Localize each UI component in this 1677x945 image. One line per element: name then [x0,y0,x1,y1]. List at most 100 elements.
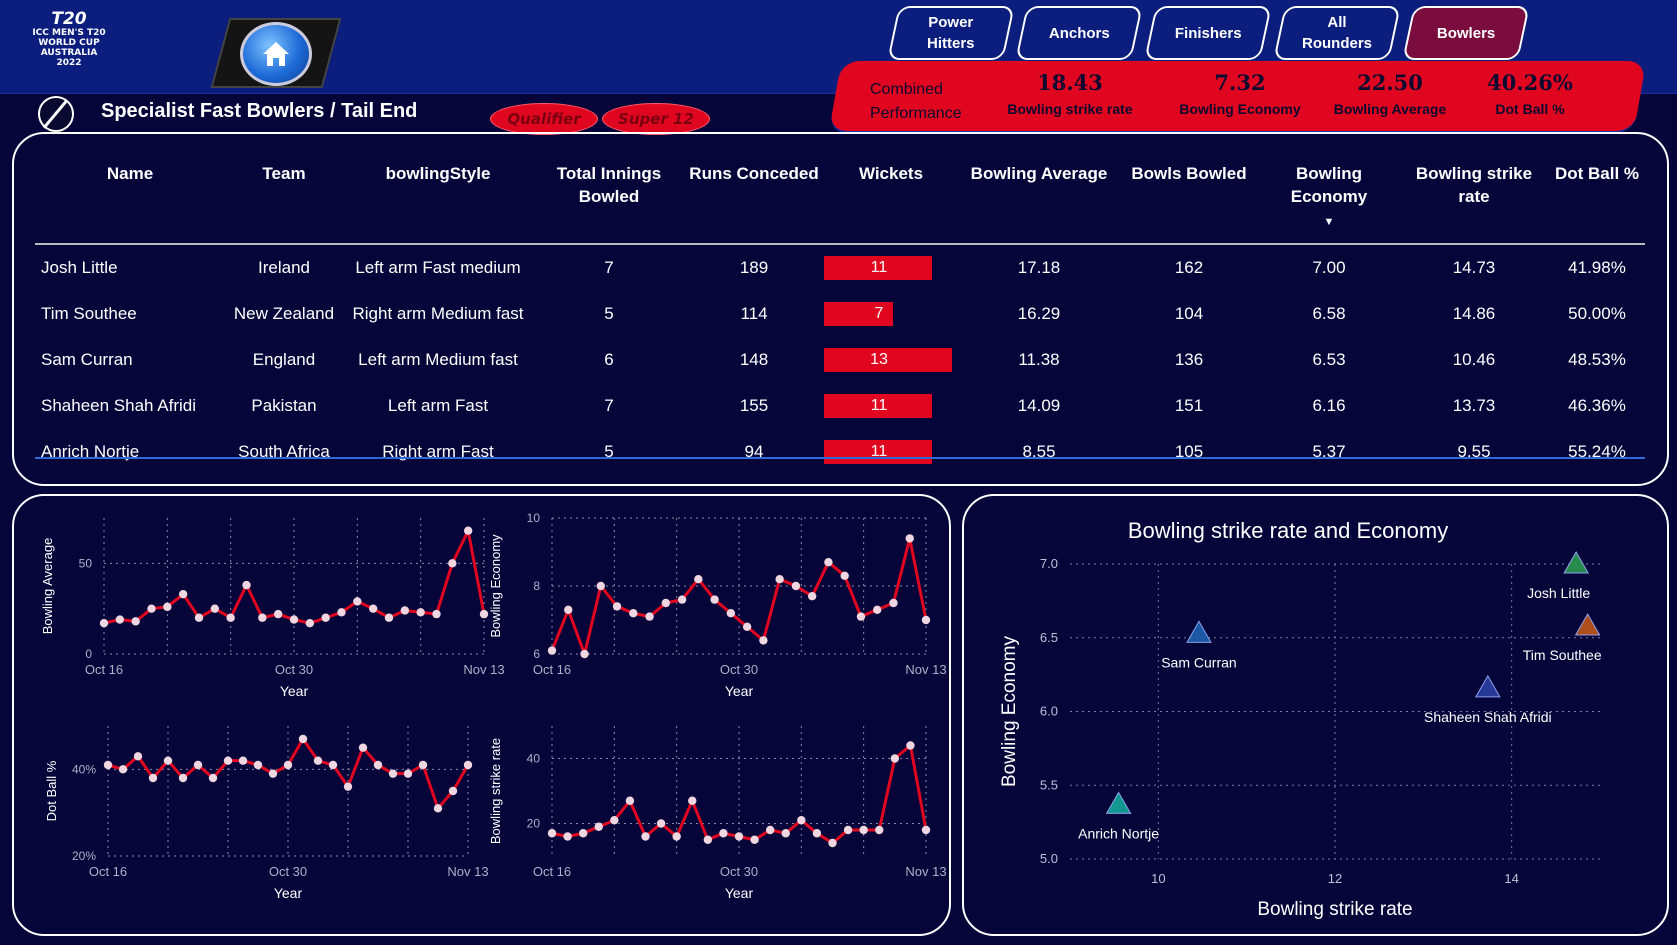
cell-name: Tim Southee [41,304,137,323]
data-point [178,589,188,599]
table-cell: 8.55 [1022,442,1056,461]
data-point [253,760,263,770]
column-header[interactable]: Total Innings Bowled [533,150,685,245]
table-cell: 162 [1174,258,1204,277]
x-axis-label: Year [280,683,309,699]
data-point [661,598,671,608]
x-axis-label: Year [725,683,754,699]
data-point [298,734,308,744]
column-header[interactable]: bowlingStyle [343,150,533,245]
kpi-value: 7.32 [1214,70,1266,95]
table-row[interactable]: Tim Southee New Zealand Right arm Medium f… [35,291,1645,337]
y-tick-label: 8 [533,579,540,593]
cell-name: Anrich Nortje [41,442,140,461]
data-point [226,613,235,622]
data-point [223,756,233,765]
logo-text: ICC MEN'S T20 [32,28,106,38]
data-point [289,615,299,624]
data-point [194,613,204,622]
data-point [563,832,572,841]
table-cell: 94 [744,442,764,461]
data-point [208,773,218,783]
filter-qualifier-button[interactable]: Qualifier [490,103,598,135]
table-cell: 11.38 [1018,350,1060,369]
kpi-dot-ball: 40.26% Dot Ball % [1470,70,1590,117]
wickets-value: 13 [870,351,888,368]
cell-name: Josh Little [41,258,118,277]
data-point [641,832,650,841]
column-header[interactable]: Name [35,150,225,245]
data-point [873,605,882,614]
table-cell: 6.16 [1312,396,1346,415]
nav-all-rounders-button[interactable]: All Rounders [1273,6,1401,60]
y-axis-label: Bowling strike rate [488,738,503,844]
x-tick-label: Nov 13 [463,662,504,677]
data-point [719,829,728,838]
cell-wickets: 11 [823,383,959,429]
data-point [859,825,868,835]
table-cell: 55.24% [1568,442,1626,461]
data-point [238,756,248,765]
logo-text: T20 [51,9,87,29]
data-point [1105,791,1132,814]
column-header-sorted[interactable]: Bowling Economy ▼ [1259,150,1399,245]
column-header[interactable]: Dot Ball % [1549,150,1645,245]
data-label: Josh Little [1527,585,1590,601]
data-point [807,592,817,601]
column-header[interactable]: Bowling strike rate [1399,150,1549,245]
data-label: Tim Southee [1523,647,1602,663]
data-point [905,534,914,543]
x-tick-label: 10 [1151,871,1165,886]
wickets-bar-cell: 7 [824,302,958,326]
home-button[interactable] [240,22,312,86]
data-point [118,765,128,774]
data-point [305,618,315,628]
y-tick-label: 7.0 [1040,556,1058,571]
column-header[interactable]: Wickets [823,150,959,245]
data-point [133,752,143,761]
nav-label: Bowlers [1436,24,1496,42]
table-row[interactable]: Josh Little Ireland Left arm Fast medium 7 1… [35,244,1645,291]
kpi-title: Bowling Economy [1179,101,1301,117]
data-point [828,838,837,848]
x-tick-label: 14 [1504,871,1518,886]
filter-label: Qualifier [507,110,581,128]
data-point [840,571,849,580]
data-point [1574,612,1601,636]
nav-label: Power [928,14,974,31]
filter-super12-button[interactable]: Super 12 [602,103,710,135]
data-point [343,782,353,791]
nav-finishers-button[interactable]: Finishers [1144,6,1272,60]
data-point [258,613,267,622]
data-point [115,615,125,624]
y-axis-label: Bowling Economy [999,635,1020,787]
table-row[interactable]: Anrich Nortje South Africa Right arm Fast 5… [35,429,1645,475]
x-tick-label: Oct 30 [269,864,307,879]
nav-bowlers-button[interactable]: Bowlers [1402,6,1530,60]
column-header[interactable]: Runs Conceded [685,150,823,245]
y-tick-label: 40 [527,752,541,766]
nav-power-hitters-button[interactable]: Power Hitters [887,6,1015,60]
column-header[interactable]: Bowls Bowled [1119,150,1259,245]
column-header[interactable]: Bowling Average [959,150,1119,245]
nav-anchors-button[interactable]: Anchors [1015,6,1143,60]
y-tick-label: 50 [79,556,93,570]
kpi-label-line: Performance [870,105,962,122]
column-header[interactable]: Team [225,150,343,245]
filter-label: Super 12 [618,110,694,128]
cell-wickets: 13 [823,337,959,383]
table-row[interactable]: Shaheen Shah Afridi Pakistan Left arm Fast… [35,383,1645,429]
kpi-label-line: Combined [870,81,943,98]
table-row[interactable]: Sam Curran England Left arm Medium fast 6 14… [35,337,1645,383]
data-point [479,609,489,619]
data-point [703,835,713,844]
x-tick-label: Oct 30 [720,662,758,677]
wickets-value: 11 [870,397,888,414]
y-tick-label: 6.0 [1040,704,1058,719]
cell-name: Shaheen Shah Afridi [41,396,197,415]
data-point [797,816,806,825]
data-point [610,816,619,825]
wickets-bar-cell: 11 [824,394,958,418]
table-cell: 14.73 [1452,258,1496,277]
data-point [596,581,605,591]
